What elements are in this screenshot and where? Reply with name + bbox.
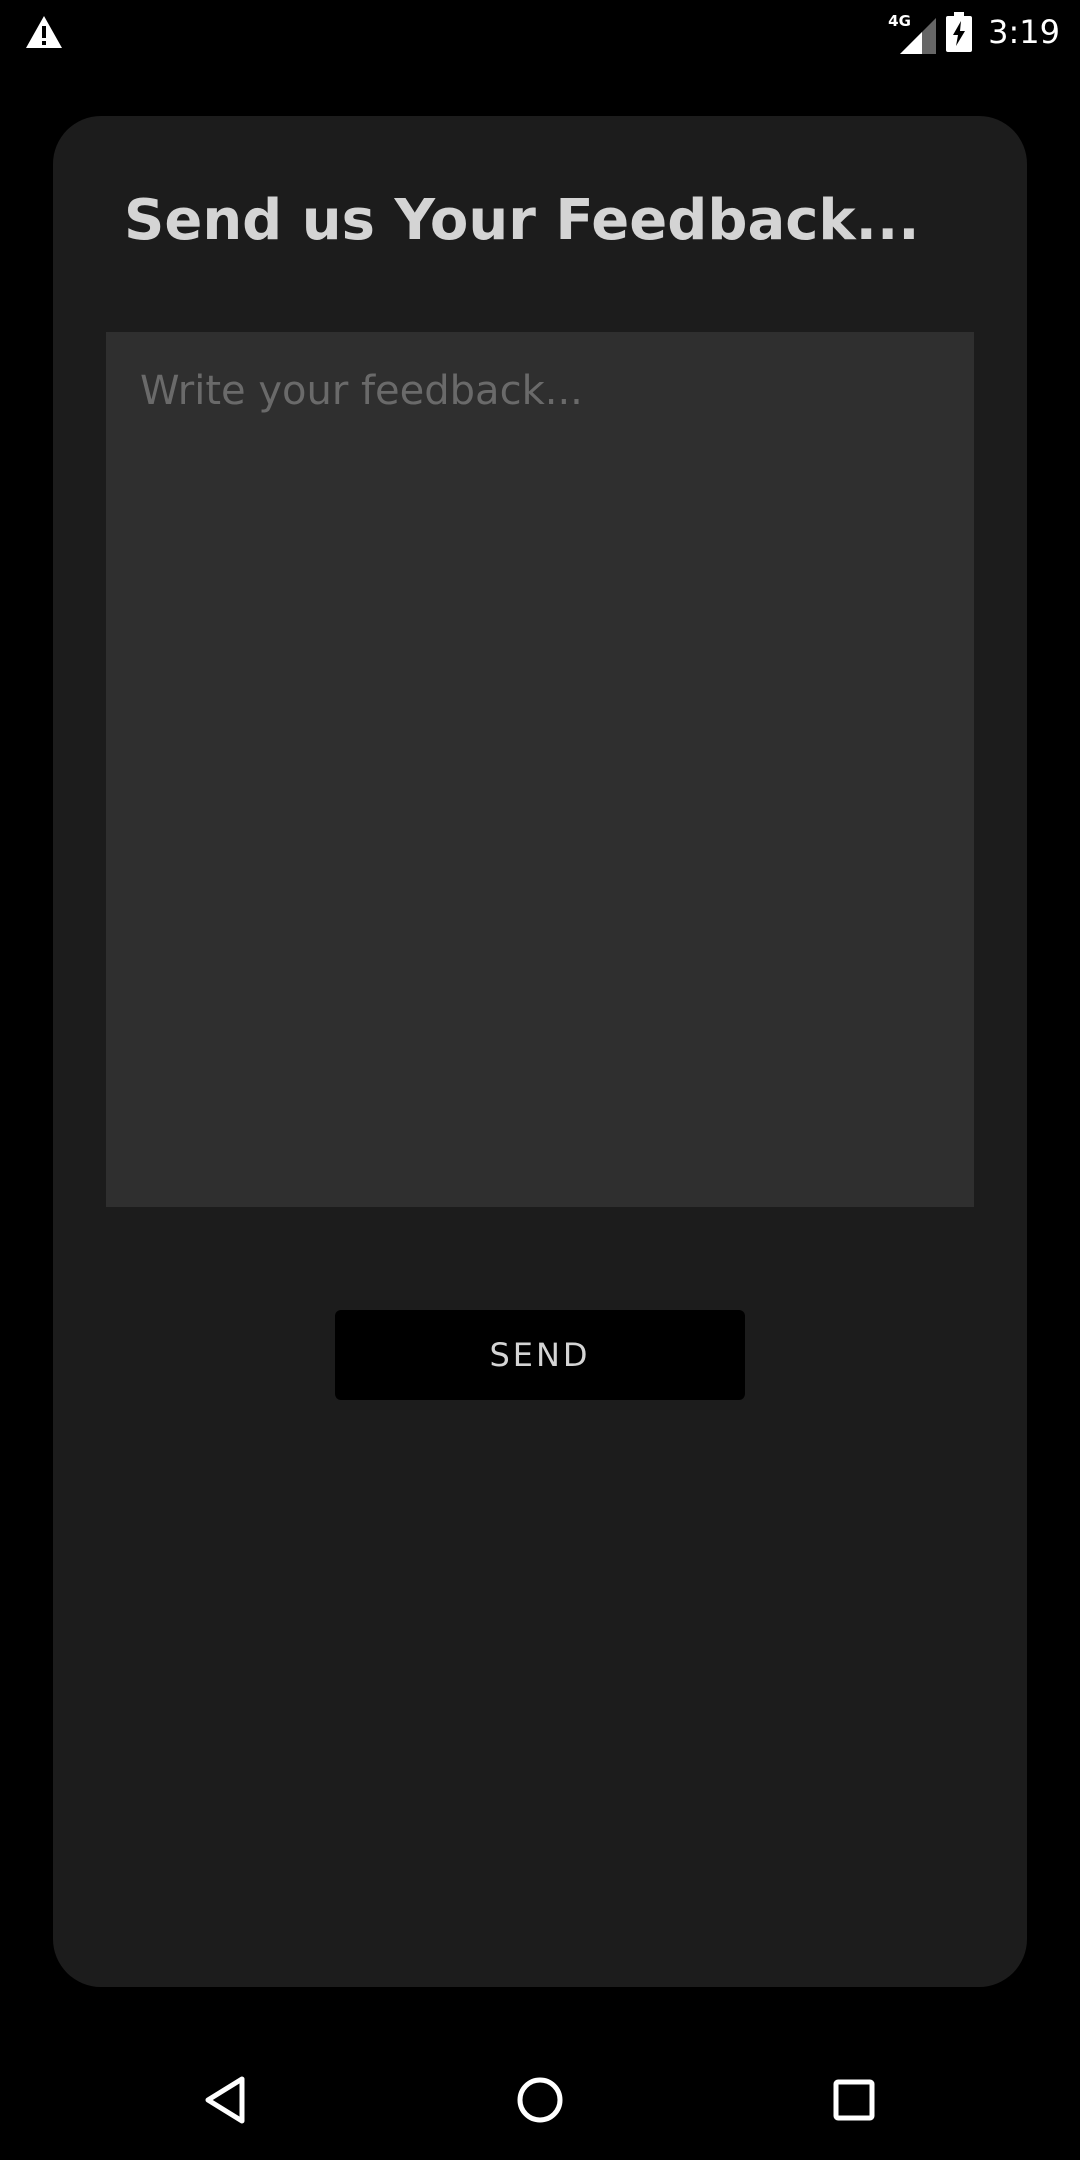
back-button[interactable] [194, 2068, 258, 2132]
feedback-card: Send us Your Feedback... SEND [53, 116, 1027, 1987]
status-clock: 3:19 [988, 13, 1060, 51]
page-title: Send us Your Feedback... [124, 188, 920, 253]
feedback-input[interactable] [106, 332, 974, 1207]
warning-icon [26, 16, 62, 48]
battery-charging-icon [946, 12, 973, 52]
network-indicator: 4G [888, 10, 937, 54]
cellular-signal-icon [900, 18, 937, 54]
recents-square-icon [833, 2079, 875, 2121]
recents-button[interactable] [822, 2068, 886, 2132]
home-circle-icon [517, 2077, 563, 2123]
home-button[interactable] [508, 2068, 572, 2132]
navigation-bar [0, 2040, 1080, 2160]
status-bar: 4G 3:19 [0, 0, 1080, 64]
status-indicators: 4G 3:19 [888, 8, 1060, 56]
send-button[interactable]: SEND [335, 1310, 745, 1400]
back-triangle-icon [205, 2076, 245, 2124]
